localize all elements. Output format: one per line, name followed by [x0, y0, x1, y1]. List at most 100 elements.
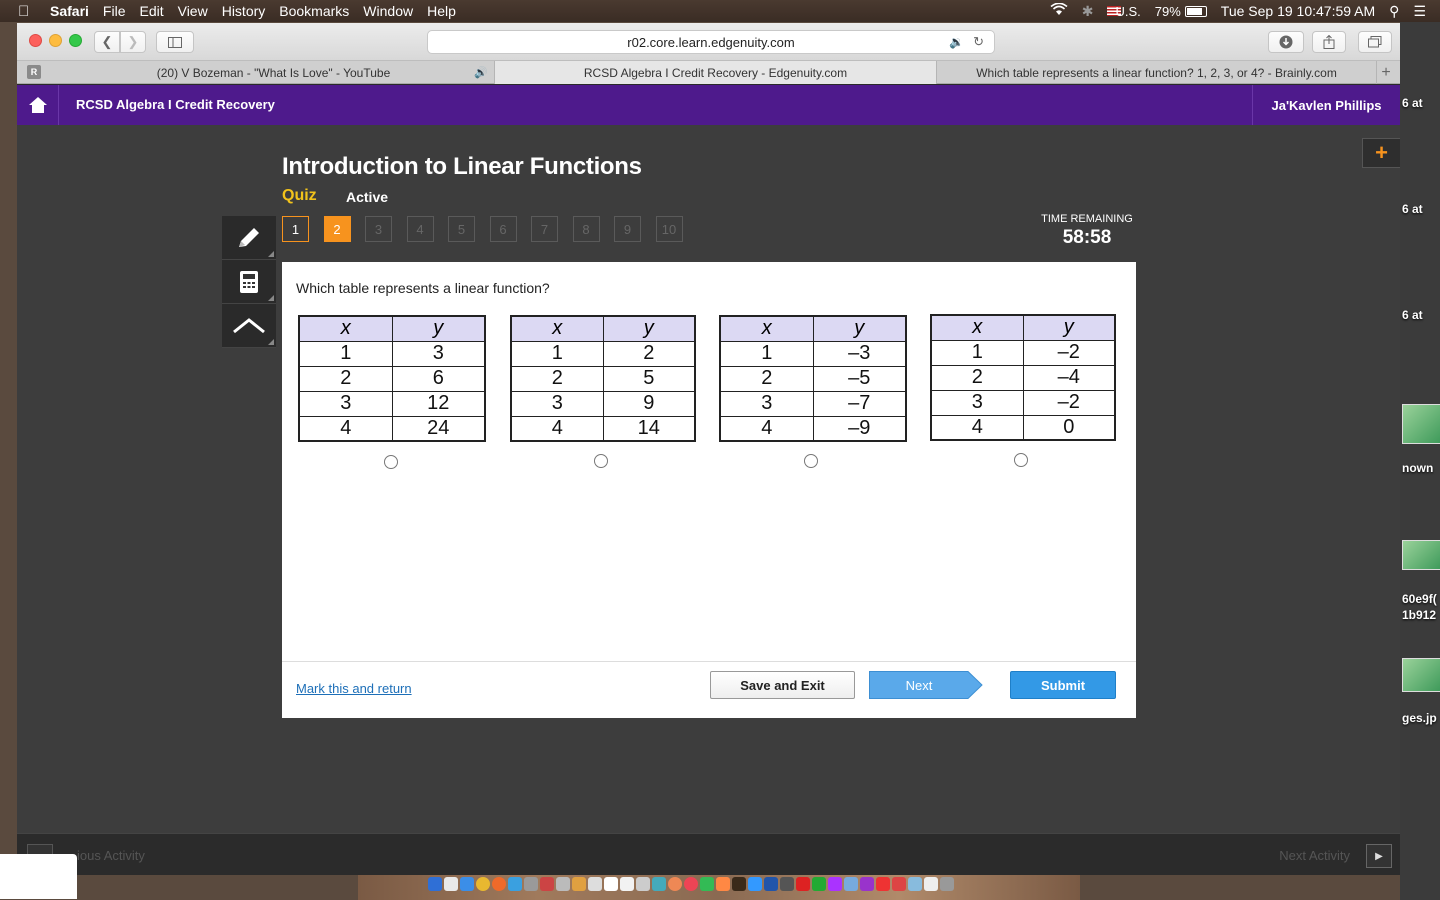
reload-icon[interactable]: ↻ [973, 34, 984, 50]
facetime-icon[interactable] [700, 877, 714, 891]
notes-icon[interactable] [572, 877, 586, 891]
adobe-icon[interactable] [876, 877, 890, 891]
rocket-icon[interactable] [524, 877, 538, 891]
next-button[interactable]: Next [869, 671, 983, 699]
mail-icon[interactable] [540, 877, 554, 891]
menu-edit[interactable]: Edit [139, 3, 163, 19]
downloads-icon[interactable] [1268, 31, 1304, 53]
menu-app-name[interactable]: Safari [50, 3, 89, 19]
expand-plus-icon[interactable]: + [1362, 138, 1400, 168]
user-name[interactable]: Ja'Kavlen Phillips [1252, 85, 1400, 125]
question-number-button[interactable]: 10 [655, 216, 683, 242]
menu-clock[interactable]: Tue Sep 19 10:47:59 AM [1221, 3, 1375, 19]
preview-icon[interactable] [636, 877, 650, 891]
firefox-icon[interactable] [492, 877, 506, 891]
forward-arrow-icon[interactable]: ❯ [120, 31, 146, 53]
globe-icon[interactable] [844, 877, 858, 891]
question-number-button[interactable]: 5 [448, 216, 475, 242]
xcode-icon[interactable] [748, 877, 762, 891]
folder-icon[interactable] [908, 877, 922, 891]
menu-window[interactable]: Window [363, 3, 413, 19]
save-and-exit-button[interactable]: Save and Exit [710, 671, 855, 699]
calculator-tool-button[interactable] [222, 260, 276, 304]
battery-percent[interactable]: 79% [1155, 4, 1181, 19]
chrome-icon[interactable] [476, 877, 490, 891]
desktop-file-label: nown [1402, 461, 1434, 475]
previous-activity-label[interactable]: ious Activity [77, 848, 145, 863]
answer-radio-2[interactable] [594, 454, 608, 468]
menu-help[interactable]: Help [427, 3, 456, 19]
messages-icon[interactable] [652, 877, 666, 891]
tab-edgenuity[interactable]: RCSD Algebra I Credit Recovery - Edgenui… [495, 61, 937, 84]
trash-icon[interactable] [940, 877, 954, 891]
desktop-file-thumbnail[interactable] [1402, 540, 1440, 570]
menu-file[interactable]: File [103, 3, 126, 19]
notification-center-icon[interactable]: ☰ [1413, 3, 1426, 20]
show-all-tabs-icon[interactable] [1358, 31, 1392, 53]
question-number-button[interactable]: 9 [614, 216, 641, 242]
spotlight-search-icon[interactable]: ⚲ [1389, 3, 1399, 20]
back-arrow-icon[interactable]: ❮ [94, 31, 120, 53]
answer-radio-3[interactable] [804, 454, 818, 468]
launchpad-icon[interactable] [444, 877, 458, 891]
answer-radio-1[interactable] [384, 455, 398, 469]
textedit-icon[interactable] [620, 877, 634, 891]
bluetooth-icon[interactable]: ✱ [1082, 3, 1094, 20]
safari-icon[interactable] [460, 877, 474, 891]
downloads-stack-icon[interactable] [924, 877, 938, 891]
collapse-tool-button[interactable] [222, 304, 276, 348]
battery-icon[interactable] [1184, 5, 1207, 17]
calendar-icon[interactable] [588, 877, 602, 891]
question-number-button[interactable]: 2 [323, 216, 351, 242]
apple-icon[interactable]:  [18, 3, 40, 20]
indesign-icon[interactable] [828, 877, 842, 891]
question-number-button[interactable]: 6 [489, 216, 517, 242]
input-source-label[interactable]: U.S. [1115, 4, 1140, 19]
tab-audio-icon[interactable]: 🔊 [474, 66, 488, 79]
terminal-icon[interactable] [780, 877, 794, 891]
tab-youtube[interactable]: (20) V Bozeman - "What Is Love" - YouTub… [53, 61, 495, 84]
question-number-button[interactable]: 8 [572, 216, 600, 242]
excel-icon[interactable] [812, 877, 826, 891]
fullscreen-window-button[interactable] [69, 34, 82, 47]
pinned-tab-icon[interactable]: R [27, 65, 41, 79]
next-activity-arrow-icon[interactable]: ▶ [1366, 844, 1392, 868]
reminders-icon[interactable] [604, 877, 618, 891]
new-tab-button[interactable]: + [1376, 61, 1396, 84]
table-header: y [1022, 314, 1116, 341]
question-number-button[interactable]: 1 [282, 216, 309, 242]
wifi-icon[interactable] [1050, 2, 1068, 19]
share-icon[interactable] [1312, 31, 1346, 53]
contacts-icon[interactable] [556, 877, 570, 891]
star-icon[interactable] [860, 877, 874, 891]
desktop-file-thumbnail[interactable] [1402, 404, 1440, 444]
finder-icon[interactable] [428, 877, 442, 891]
illustrator-icon[interactable] [732, 877, 746, 891]
app-store-icon[interactable] [508, 877, 522, 891]
itunes-icon[interactable] [684, 877, 698, 891]
menu-view[interactable]: View [178, 3, 208, 19]
word-icon[interactable] [764, 877, 778, 891]
menu-history[interactable]: History [222, 3, 266, 19]
close-window-button[interactable] [29, 34, 42, 47]
desktop-file-thumbnail[interactable] [1402, 658, 1440, 692]
question-number-button[interactable]: 4 [406, 216, 434, 242]
ibooks-icon[interactable] [716, 877, 730, 891]
menu-bookmarks[interactable]: Bookmarks [279, 3, 349, 19]
address-bar[interactable]: r02.core.learn.edgenuity.com 🔉 ↻ [427, 30, 995, 54]
acrobat-icon[interactable] [892, 877, 906, 891]
photos-icon[interactable] [668, 877, 682, 891]
tab-brainly[interactable]: Which table represents a linear function… [937, 61, 1377, 84]
question-number-button[interactable]: 3 [365, 216, 392, 242]
home-button[interactable] [17, 85, 59, 125]
question-number-button[interactable]: 7 [531, 216, 558, 242]
sidebar-toggle-icon[interactable] [156, 31, 194, 53]
minimize-window-button[interactable] [49, 34, 62, 47]
flash-icon[interactable] [796, 877, 810, 891]
mark-and-return-link[interactable]: Mark this and return [296, 681, 412, 696]
audio-playing-icon[interactable]: 🔉 [949, 35, 964, 49]
next-activity-label[interactable]: Next Activity [1279, 848, 1350, 863]
submit-button[interactable]: Submit [1010, 671, 1116, 699]
pencil-tool-button[interactable] [222, 216, 276, 260]
answer-radio-4[interactable] [1014, 453, 1028, 467]
